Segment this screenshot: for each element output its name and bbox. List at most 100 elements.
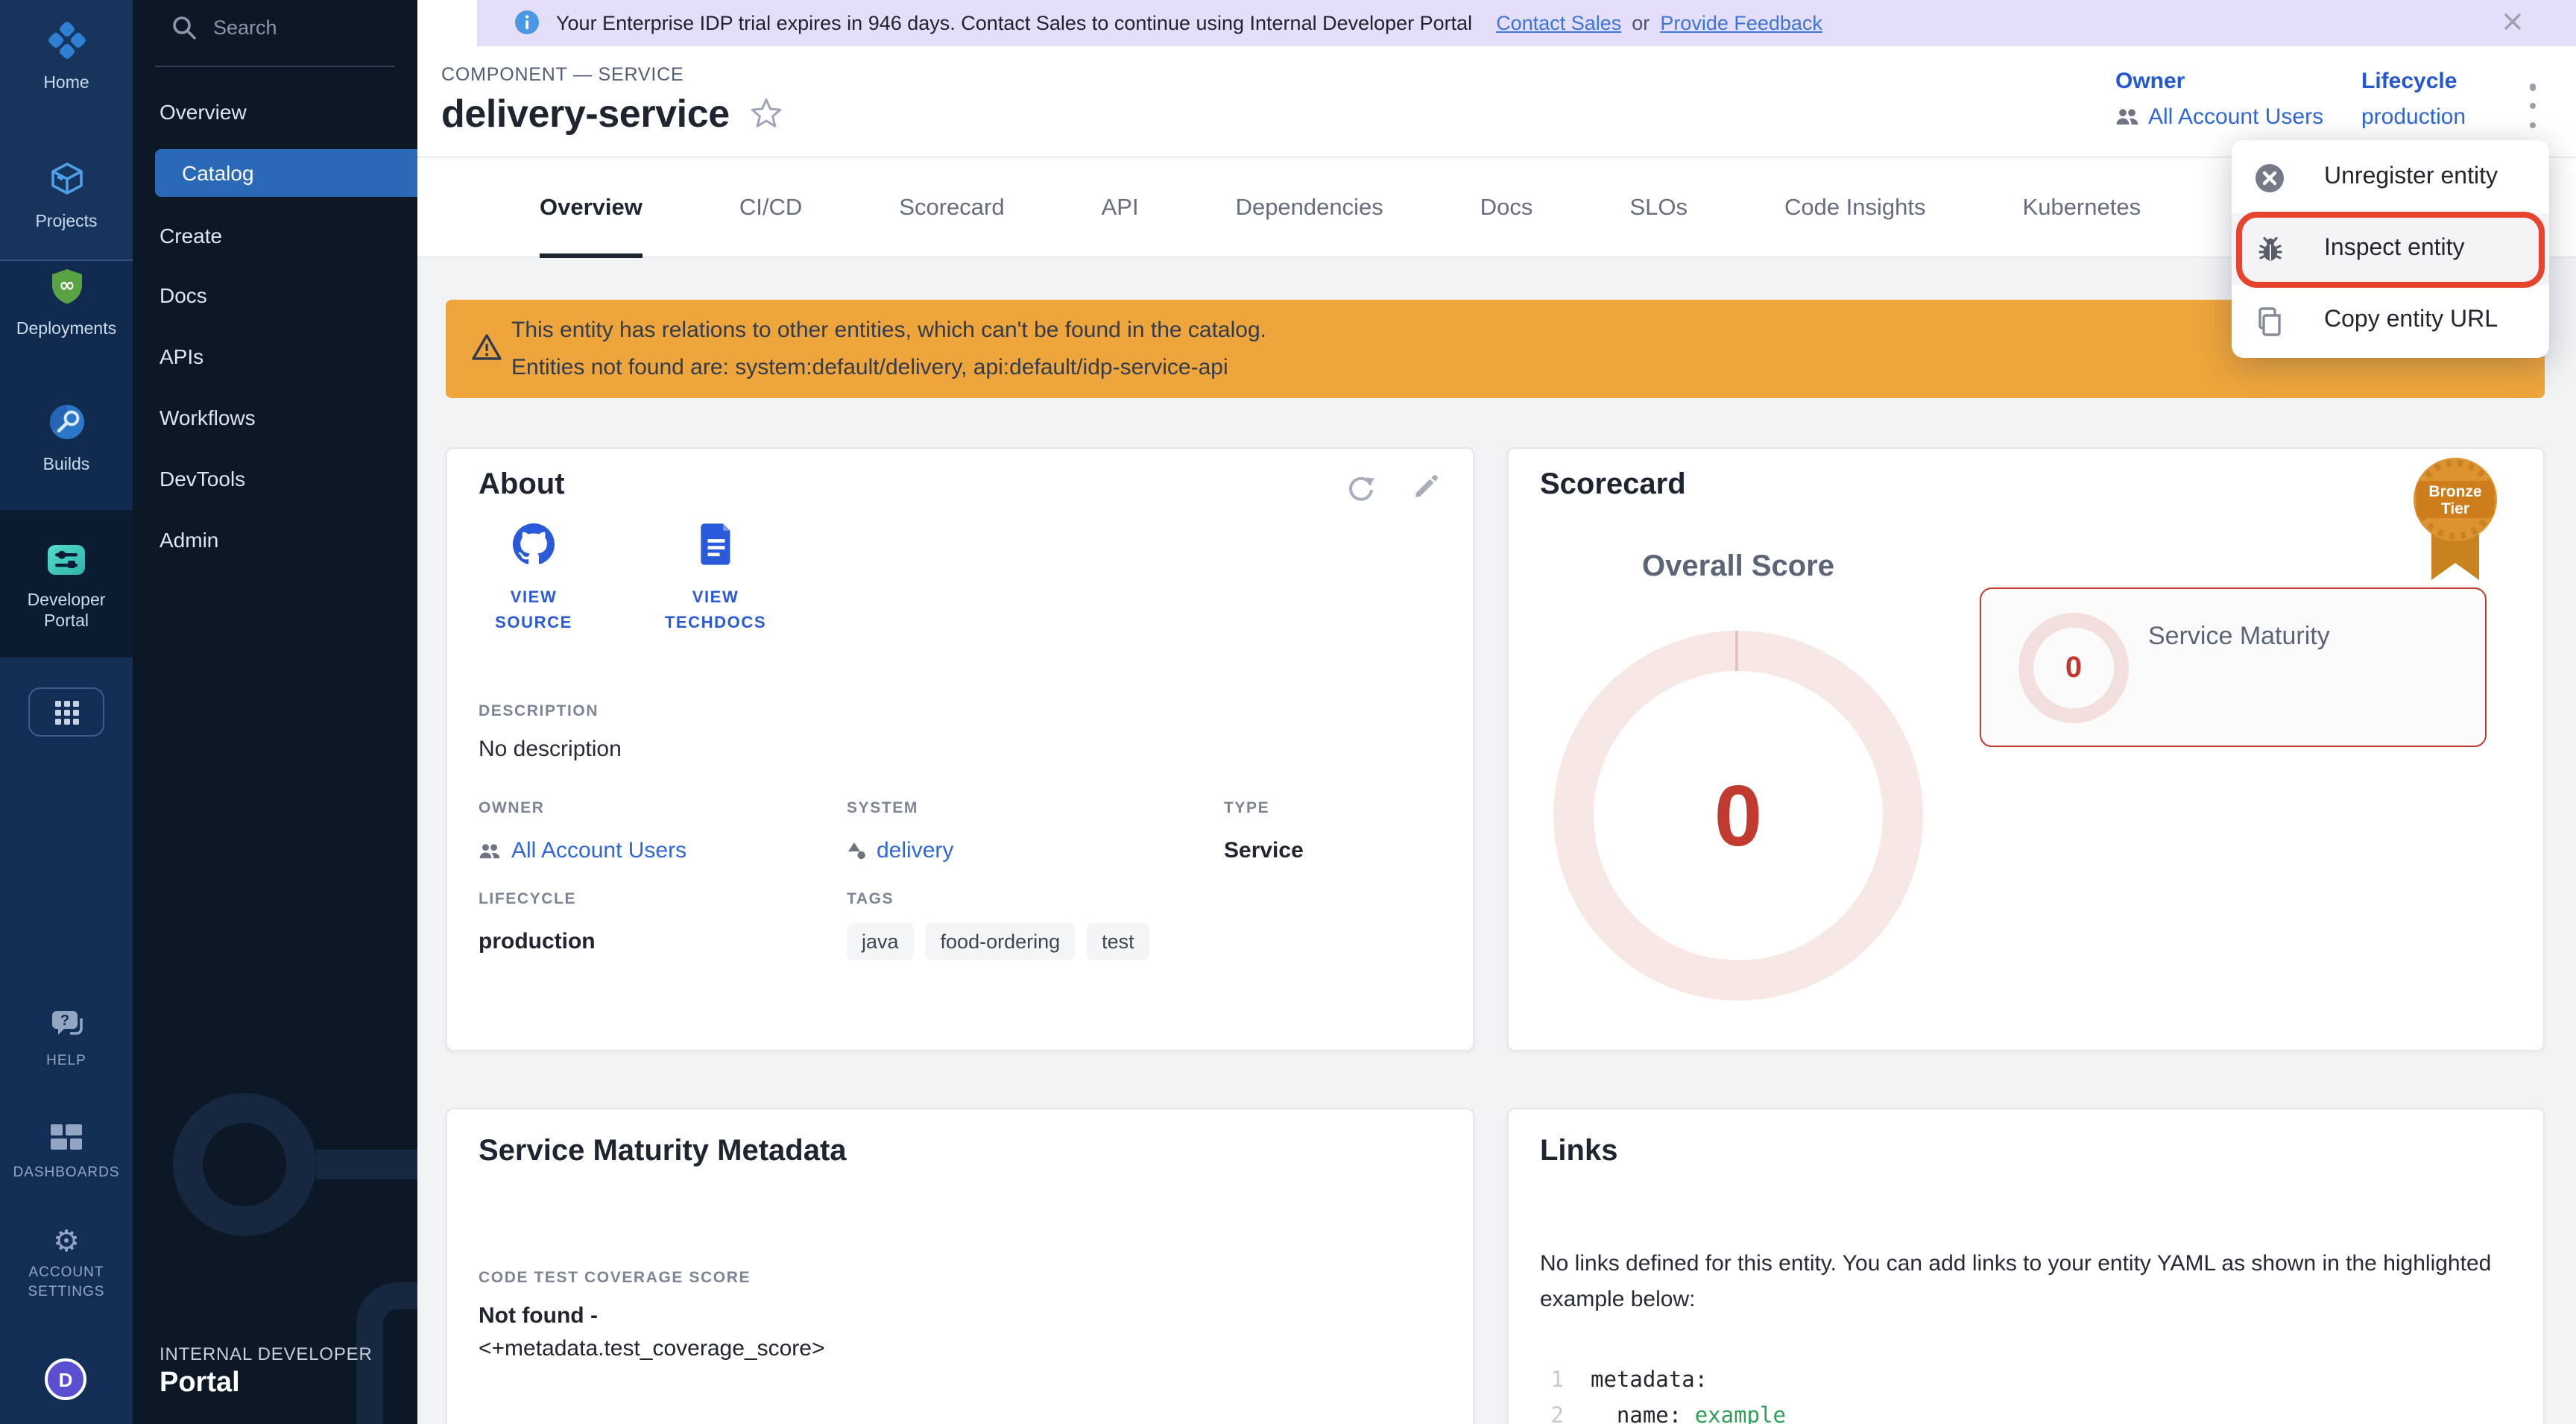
entity-more-menu-button[interactable]: [2518, 81, 2548, 131]
owner-block: Owner All Account Users: [2115, 69, 2323, 130]
sidebar-item-docs[interactable]: Docs: [133, 273, 417, 318]
nav-projects[interactable]: Projects: [0, 160, 133, 233]
entity-context-menu: Unregister entity Inspect entity Copy en…: [2232, 140, 2549, 358]
brand-title: Portal: [160, 1367, 373, 1400]
trial-banner: Your Enterprise IDP trial expires in 946…: [477, 0, 2576, 46]
owner-field: OWNER All Account Users: [479, 799, 686, 863]
lifecycle-block: Lifecycle production: [2361, 69, 2466, 130]
module-switcher-button[interactable]: [28, 687, 104, 737]
sidebar-divider: [155, 66, 395, 67]
sidebar-item-overview[interactable]: Overview: [133, 89, 417, 134]
sidebar-item-workflows[interactable]: Workflows: [133, 395, 417, 440]
breadcrumb: COMPONENT — SERVICE: [441, 64, 684, 85]
sidebar-item-apis[interactable]: APIs: [133, 334, 417, 379]
tag-chip[interactable]: test: [1087, 923, 1149, 960]
description-value: No description: [479, 737, 622, 762]
tab-scorecard[interactable]: Scorecard: [899, 158, 1004, 258]
gear-icon: ⚙: [0, 1226, 133, 1258]
maturity-metadata-card: Service Maturity Metadata CODE TEST COVE…: [446, 1108, 1474, 1424]
svg-text:∞: ∞: [58, 274, 75, 297]
or-text: or: [1632, 12, 1650, 34]
nav-account-settings-label: ACCOUNT: [0, 1263, 133, 1282]
circuit-decoration-ring: [173, 1093, 316, 1236]
menu-item-inspect-entity[interactable]: Inspect entity: [2232, 213, 2549, 285]
copy-icon: [2254, 305, 2285, 336]
developer-portal-icon: [46, 543, 86, 577]
search-placeholder: Search: [213, 16, 277, 39]
tag-chip[interactable]: java: [847, 923, 914, 960]
links-card: Links No links defined for this entity. …: [1507, 1108, 2545, 1424]
tab-code-insights[interactable]: Code Insights: [1784, 158, 1926, 258]
page-title: delivery-service: [441, 91, 730, 137]
techdocs-icon: [698, 523, 733, 565]
description-label: DESCRIPTION: [479, 702, 599, 720]
overall-score-donut: 0: [1553, 631, 1923, 1001]
nav-account-settings[interactable]: ⚙ ACCOUNT SETTINGS: [0, 1226, 133, 1302]
sidebar-search[interactable]: Search: [171, 15, 277, 40]
tab-cicd[interactable]: CI/CD: [739, 158, 802, 258]
info-icon: [513, 9, 541, 37]
nav-help[interactable]: ? HELP: [0, 1008, 133, 1071]
code-line-number: 1: [1540, 1363, 1564, 1399]
tag-chip[interactable]: food-ordering: [926, 923, 1076, 960]
sidebar-item-create[interactable]: Create: [133, 213, 417, 258]
svg-text:?: ?: [60, 1012, 69, 1029]
nav-developer-portal-label: Developer: [0, 590, 133, 611]
help-chat-icon: ?: [48, 1008, 84, 1039]
edit-icon[interactable]: [1412, 473, 1440, 510]
banner-close-icon[interactable]: [2503, 12, 2522, 39]
user-avatar[interactable]: D: [45, 1358, 86, 1400]
links-empty-text: No links defined for this entity. You ca…: [1540, 1247, 2521, 1317]
refresh-icon[interactable]: [1346, 473, 1376, 510]
owner-value-link[interactable]: All Account Users: [479, 838, 686, 863]
sidebar-item-admin[interactable]: Admin: [133, 517, 417, 562]
brand-eyebrow: INTERNAL DEVELOPER: [160, 1343, 373, 1364]
menu-item-copy-entity-url[interactable]: Copy entity URL: [2232, 285, 2549, 356]
system-value-link[interactable]: delivery: [847, 838, 953, 863]
svg-text:Bronze: Bronze: [2428, 483, 2481, 500]
service-maturity-label: Service Maturity: [2148, 622, 2330, 652]
maturity-metadata-title: Service Maturity Metadata: [479, 1135, 847, 1169]
view-techdocs-link[interactable]: VIEWTECHDOCS: [641, 523, 790, 637]
group-icon: [2115, 107, 2139, 127]
warning-line2: Entities not found are: system:default/d…: [511, 355, 1228, 380]
provide-feedback-link[interactable]: Provide Feedback: [1660, 12, 1822, 34]
bronze-tier-badge: Bronze Tier: [2409, 455, 2501, 596]
tab-overview[interactable]: Overview: [540, 158, 643, 258]
service-maturity-donut: 0: [2018, 613, 2129, 723]
about-title: About: [479, 468, 565, 503]
service-maturity-check-card[interactable]: 0 Service Maturity: [1980, 587, 2487, 747]
lifecycle-label: Lifecycle: [2361, 69, 2466, 94]
nav-developer-portal[interactable]: Developer Portal: [0, 543, 133, 632]
coverage-score-value-line1: Not found -: [479, 1303, 598, 1329]
tab-api[interactable]: API: [1102, 158, 1139, 258]
apps-grid-icon: [53, 699, 80, 725]
links-title: Links: [1540, 1135, 1618, 1169]
owner-link[interactable]: All Account Users: [2115, 104, 2323, 130]
avatar-initial: D: [59, 1368, 73, 1390]
primary-nav-rail: Home Projects ∞ Deployments Builds Devel…: [0, 0, 133, 1424]
tab-docs[interactable]: Docs: [1480, 158, 1533, 258]
lifecycle-field-value: production: [479, 929, 596, 954]
code-line1: metadata:: [1591, 1363, 1708, 1399]
tab-kubernetes[interactable]: Kubernetes: [2023, 158, 2141, 258]
tab-dependencies[interactable]: Dependencies: [1236, 158, 1383, 258]
tab-slos[interactable]: SLOs: [1629, 158, 1688, 258]
sidebar-item-devtools[interactable]: DevTools: [133, 456, 417, 501]
menu-item-unregister-entity[interactable]: Unregister entity: [2232, 142, 2549, 213]
nav-builds[interactable]: Builds: [0, 403, 133, 476]
favorite-star-icon[interactable]: [751, 96, 783, 136]
module-brand: INTERNAL DEVELOPER Portal: [160, 1343, 373, 1400]
relations-warning-banner: This entity has relations to other entit…: [446, 300, 2545, 398]
home-icon: [47, 21, 86, 60]
trial-message: Your Enterprise IDP trial expires in 946…: [556, 12, 1472, 34]
nav-deployments[interactable]: ∞ Deployments: [0, 267, 133, 340]
nav-dashboards[interactable]: DASHBOARDS: [0, 1124, 133, 1182]
coverage-score-value-line2: <+metadata.test_coverage_score>: [479, 1336, 825, 1361]
nav-home[interactable]: Home: [0, 21, 133, 94]
deployments-icon: ∞: [47, 267, 86, 306]
sidebar-item-catalog[interactable]: Catalog: [155, 149, 417, 197]
view-source-link[interactable]: VIEWSOURCE: [459, 523, 608, 637]
contact-sales-link[interactable]: Contact Sales: [1496, 12, 1621, 34]
nav-builds-label: Builds: [0, 455, 133, 476]
